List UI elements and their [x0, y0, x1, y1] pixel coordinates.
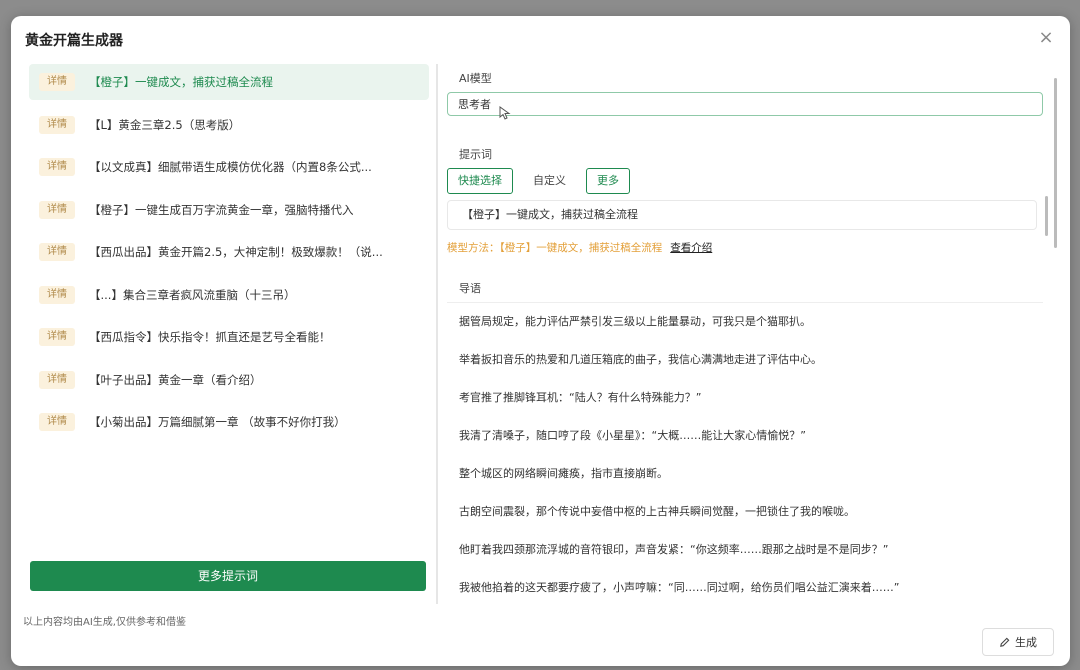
selected-template-field[interactable]: 【橙子】一键成文，捕获过稿全流程 — [447, 200, 1037, 230]
prompt-title: 【西瓜出品】黄金开篇2.5，大神定制！极致爆款！（说... — [89, 245, 383, 259]
tab-quick-select[interactable]: 快捷选择 — [447, 168, 513, 194]
prompt-title: 【叶子出品】黄金一章（看介绍） — [89, 372, 262, 387]
detail-badge[interactable]: 详情 — [39, 413, 75, 431]
model-select[interactable]: 思考者 — [447, 92, 1043, 116]
guide-paragraph: 举着扳扣音乐的热爱和几道压箱底的曲子，我信心满满地走进了评估中心。 — [459, 353, 822, 366]
detail-badge[interactable]: 详情 — [39, 73, 75, 91]
prompt-list-item[interactable]: 详情 【叶子出品】黄金一章（看介绍） — [29, 362, 429, 398]
prompt-list-item[interactable]: 详情 【L】黄金三章2.5（思考版） — [29, 107, 429, 143]
template-hint: 模型方法：【橙子】一键成文，捕获过稿全流程 查看介绍 — [447, 240, 712, 255]
guide-paragraph: 我清了清嗓子，随口哼了段《小星星》：“大概……能让大家心情愉悦？” — [459, 429, 806, 442]
prompt-list-item[interactable]: 详情 【西瓜出品】黄金开篇2.5，大神定制！极致爆款！（说... — [29, 234, 429, 270]
prompt-list-item[interactable]: 详情 【以文成真】细腻带语生成模仿优化器（内置8条公式... — [29, 149, 429, 185]
guide-label: 导语 — [459, 282, 481, 295]
detail-badge[interactable]: 详情 — [39, 158, 75, 176]
model-label: AI模型 — [459, 72, 492, 85]
template-hint-text: 模型方法：【橙子】一键成文，捕获过稿全流程 — [447, 242, 663, 254]
more-prompts-button[interactable]: 更多提示词 — [30, 561, 426, 591]
view-intro-link[interactable]: 查看介绍 — [670, 242, 712, 254]
ai-disclaimer: 以上内容均由AI生成,仅供参考和借鉴 — [23, 617, 186, 628]
guide-paragraph: 整个城区的网络瞬间瘫痪，指市直接崩断。 — [459, 467, 668, 480]
detail-badge[interactable]: 详情 — [39, 328, 75, 346]
prompt-title: 【...】集合三章者疯风流重脑（十三吊） — [89, 287, 296, 302]
guide-paragraph: 考官推了推脚锋耳机：“陆人？有什么特殊能力？” — [459, 391, 702, 404]
pencil-icon — [1000, 637, 1010, 647]
generate-label: 生成 — [1015, 636, 1037, 649]
prompt-list-item[interactable]: 详情 【小菊出品】万篇细腻第一章 （故事不好你打我） — [29, 404, 429, 440]
guide-paragraph: 古朗空间震裂，那个传说中妄借中枢的上古神兵瞬间觉醒，一把锁住了我的喉咙。 — [459, 505, 855, 518]
close-icon[interactable]: × — [1036, 28, 1056, 48]
prompt-tabs: 快捷选择 自定义 更多 — [447, 168, 640, 194]
settings-panel: AI模型 思考者 提示词 快捷选择 自定义 更多 【橙子】一键成文，捕获过稿全流… — [447, 64, 1048, 604]
prompt-list-item[interactable]: 详情 【橙子】一键生成百万字流黄金一章，强脑特播代入 — [29, 192, 429, 228]
detail-badge[interactable]: 详情 — [39, 243, 75, 261]
prompt-title: 【橙子】一键生成百万字流黄金一章，强脑特播代入 — [89, 202, 354, 217]
guide-paragraph: 我被他掐着的这天都要疗疲了，小声哼嘛：“同……同过啊，给伤员们唱公益汇演来着……… — [459, 581, 900, 594]
prompt-list-item[interactable]: 详情 【西瓜指令】快乐指令！抓直还是艺号全看能！ — [29, 319, 429, 355]
panel-divider — [436, 64, 438, 604]
detail-badge[interactable]: 详情 — [39, 200, 75, 219]
main-scrollbar[interactable] — [1054, 78, 1057, 248]
prompt-list-item[interactable]: 详情 【...】集合三章者疯风流重脑（十三吊） — [29, 277, 429, 313]
prompt-title: 【橙子】一键成文，捕获过稿全流程 — [89, 75, 273, 89]
detail-badge[interactable]: 详情 — [39, 285, 75, 304]
tab-custom[interactable]: 自定义 — [523, 169, 576, 193]
prompt-title: 【L】黄金三章2.5（思考版） — [89, 117, 241, 132]
generate-button[interactable]: 生成 — [982, 628, 1054, 656]
guide-paragraph: 他盯着我四颈那流浮城的音符银印，声音发紧：“你这频率……跟那之战时是不是同步？” — [459, 543, 889, 556]
prompt-title: 【以文成真】细腻带语生成模仿优化器（内置8条公式... — [89, 160, 372, 174]
detail-badge[interactable]: 详情 — [39, 370, 75, 389]
prompt-title: 【小菊出品】万篇细腻第一章 （故事不好你打我） — [89, 415, 346, 429]
prompt-generator-modal: 黄金开篇生成器 × 详情 【橙子】一键成文，捕获过稿全流程 详情 【L】黄金三章2.5… — [11, 16, 1070, 666]
prompt-list-item[interactable]: 详情 【橙子】一键成文，捕获过稿全流程 — [29, 64, 429, 100]
template-scrollbar[interactable] — [1045, 196, 1048, 236]
prompt-list: 详情 【橙子】一键成文，捕获过稿全流程 详情 【L】黄金三章2.5（思考版） 详情 【以文… — [29, 64, 429, 440]
prompt-label: 提示词 — [459, 148, 492, 161]
guide-text-area[interactable]: 据管局规定，能力评估严禁引发三级以上能量暴动，可我只是个猫耶扒。 举着扳扣音乐的热… — [447, 302, 1043, 603]
prompt-list-panel: 详情 【橙子】一键成文，捕获过稿全流程 详情 【L】黄金三章2.5（思考版） 详情 【以文… — [29, 64, 429, 604]
mouse-cursor-icon — [499, 106, 511, 120]
guide-paragraph: 据管局规定，能力评估严禁引发三级以上能量暴动，可我只是个猫耶扒。 — [459, 315, 811, 328]
tab-more[interactable]: 更多 — [586, 168, 630, 194]
modal-title: 黄金开篇生成器 — [25, 33, 123, 49]
detail-badge[interactable]: 详情 — [39, 115, 75, 134]
prompt-title: 【西瓜指令】快乐指令！抓直还是艺号全看能！ — [89, 330, 331, 344]
